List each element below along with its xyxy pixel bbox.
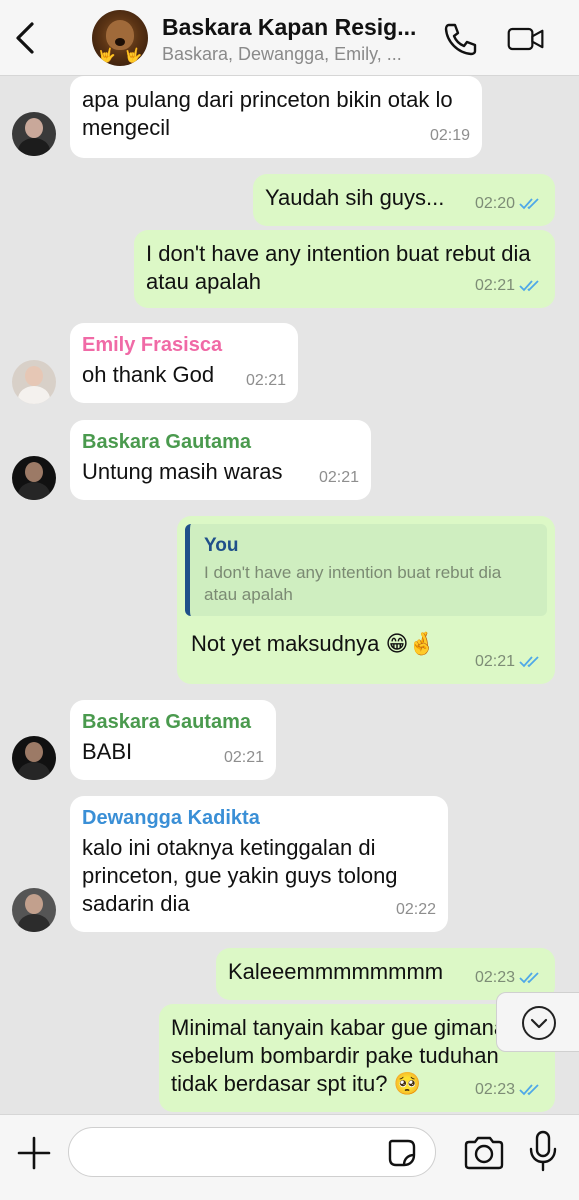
message-time: 02:19 [430,122,470,150]
back-icon[interactable] [10,20,40,56]
time-text: 02:19 [429,127,470,144]
avatar-head [25,462,43,482]
avatar-emoji-right: 🤟 [124,47,142,63]
time-text: 02:23 [474,1081,515,1098]
sender-name[interactable]: Dewangga Kadikta [82,806,436,830]
chevron-down-icon [522,1006,556,1040]
message-text-body: Not yet maksudnya [191,631,380,656]
sender-name[interactable]: Baskara Gautama [82,430,359,454]
avatar-body [18,914,50,932]
time-text: 02:21 [245,372,286,389]
composer-bar [0,1114,579,1200]
group-avatar[interactable]: 🤟 🤟 [92,10,148,66]
read-ticks-icon [519,198,539,210]
avatar-body [18,762,50,780]
message-bubble-incoming[interactable]: Emily Frasisca oh thank God 02:21 [70,323,298,403]
message-input[interactable] [68,1127,436,1177]
message-text: kalo ini otaknya ketinggalan di princeto… [82,835,398,916]
message-text-body: Minimal tanyain kabar gue gimana sebelum… [171,1015,507,1096]
message-emoji: 🥺 [393,1071,421,1096]
microphone-icon[interactable] [526,1129,560,1173]
time-text: 02:21 [474,653,515,670]
sender-avatar[interactable] [12,112,56,156]
message-bubble-incoming[interactable]: apa pulang dari princeton bikin otak lo … [70,76,482,158]
message-bubble-incoming[interactable]: Dewangga Kadikta kalo ini otaknya keting… [70,796,448,932]
message-text: Minimal tanyain kabar gue gimana sebelum… [171,1015,506,1096]
sender-avatar[interactable] [12,888,56,932]
sender-avatar[interactable] [12,456,56,500]
read-ticks-icon [519,1084,539,1096]
quoted-message[interactable]: You I don't have any intention buat rebu… [185,524,547,616]
camera-icon[interactable] [462,1133,506,1173]
quoted-text: I don't have any intention buat rebut di… [204,563,502,604]
sender-name[interactable]: Baskara Gautama [82,710,264,734]
read-ticks-icon [519,972,539,984]
chat-title[interactable]: Baskara Kapan Resig... [162,14,432,41]
avatar-body [18,386,50,404]
time-text: 02:20 [474,195,515,212]
sender-avatar[interactable] [12,360,56,404]
avatar-emoji-left: 🤟 [98,47,116,63]
message-time: 02:22 [396,896,436,924]
message-text: Untung masih waras [82,459,283,484]
avatar-head [25,894,43,914]
message-time: 02:21 [246,367,286,395]
time-text: 02:23 [474,969,515,986]
message-text: apa pulang dari princeton bikin otak lo … [82,87,453,140]
message-text: Yaudah sih guys... [265,185,445,210]
avatar-head [25,742,43,762]
time-text: 02:21 [223,749,264,766]
sender-name[interactable]: Emily Frasisca [82,333,286,357]
time-text: 02:21 [474,277,515,294]
read-ticks-icon [519,656,539,668]
message-time: 02:21 [319,464,359,492]
message-status: 02:23 [468,1076,543,1104]
avatar-body [18,138,50,156]
chat-members[interactable]: Baskara, Dewangga, Emily, ... [162,44,424,65]
chat-header: 🤟 🤟 Baskara Kapan Resig... Baskara, Dewa… [0,0,579,76]
quoted-author: You [204,535,239,556]
video-call-icon[interactable] [506,20,546,58]
dog-nose [115,38,125,46]
sticker-icon[interactable] [386,1137,418,1169]
message-status: 02:21 [475,648,543,676]
avatar-head [25,366,43,386]
sender-avatar[interactable] [12,736,56,780]
phone-icon[interactable] [440,20,480,58]
avatar-head [25,118,43,138]
plus-icon[interactable] [14,1133,54,1173]
message-bubble-outgoing-reply[interactable]: You I don't have any intention buat rebu… [177,516,555,684]
message-text: Not yet maksudnya 😁🤞 [185,631,436,656]
scroll-to-bottom-button[interactable] [496,992,579,1052]
message-time: 02:21 [224,744,264,772]
message-emoji: 😁🤞 [385,631,436,656]
message-status: 02:21 [475,272,543,300]
time-text: 02:21 [318,469,359,486]
avatar-body [18,482,50,500]
read-ticks-icon [519,280,539,292]
message-bubble-outgoing[interactable]: Yaudah sih guys... 02:20 [253,174,555,226]
message-bubble-incoming[interactable]: Baskara Gautama Untung masih waras 02:21 [70,420,371,500]
message-bubble-incoming[interactable]: Baskara Gautama BABI 02:21 [70,700,276,780]
time-text: 02:22 [395,901,436,918]
message-status: 02:23 [475,964,543,992]
message-bubble-outgoing[interactable]: I don't have any intention buat rebut di… [134,230,555,308]
message-status: 02:20 [475,190,543,218]
